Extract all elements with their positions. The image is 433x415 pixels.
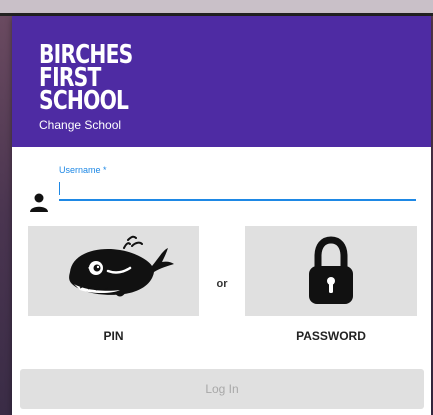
pin-label: PIN xyxy=(103,329,124,343)
username-input[interactable] xyxy=(59,179,416,201)
login-card: BIRCHES FIRST SCHOOL Change School Usern… xyxy=(12,16,431,415)
password-login-tile[interactable] xyxy=(245,226,417,316)
pin-login-tile[interactable] xyxy=(28,226,199,316)
text-cursor xyxy=(59,182,60,195)
log-in-button[interactable]: Log In xyxy=(20,369,424,409)
school-name: BIRCHES FIRST SCHOOL xyxy=(39,40,133,116)
or-separator: or xyxy=(216,278,228,290)
person-icon xyxy=(30,193,48,212)
card-header: BIRCHES FIRST SCHOOL Change School xyxy=(12,16,431,147)
background-left xyxy=(0,16,12,415)
username-field-group: Username * xyxy=(12,147,431,217)
whale-icon xyxy=(69,235,174,297)
padlock-icon xyxy=(309,236,353,304)
password-label: PASSWORD xyxy=(296,329,366,343)
browser-strip xyxy=(0,0,433,16)
username-label: Username * xyxy=(59,165,107,175)
change-school-link[interactable]: Change School xyxy=(39,118,121,132)
